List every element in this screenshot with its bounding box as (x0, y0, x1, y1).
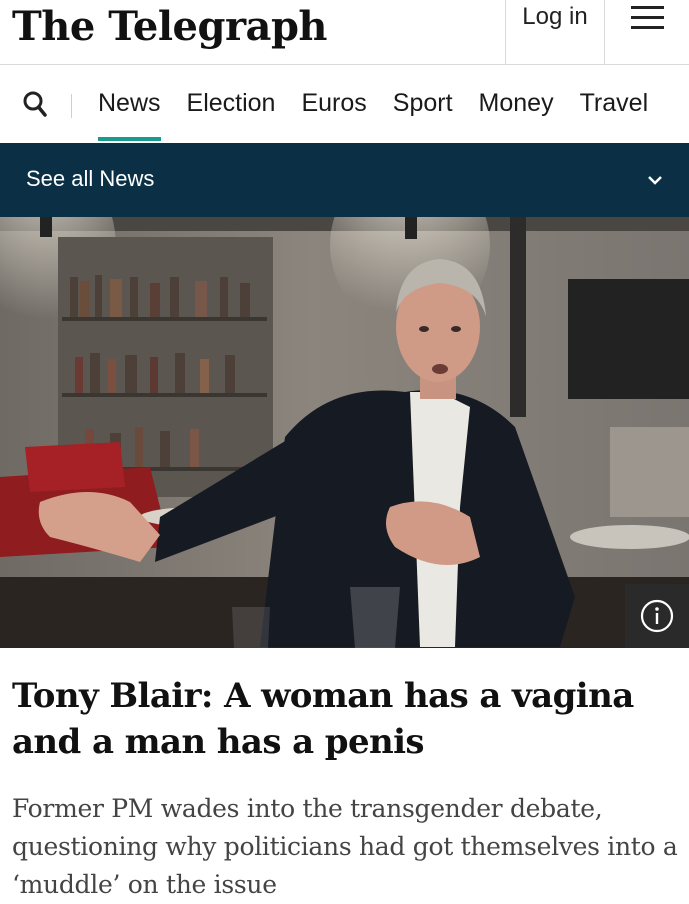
login-button[interactable]: Log in (505, 0, 605, 64)
site-header: The Telegraph Log in (0, 0, 689, 65)
article-standfirst: Former PM wades into the transgender deb… (12, 794, 678, 899)
chevron-down-icon (646, 173, 664, 191)
hero-image (0, 217, 689, 648)
article-headline[interactable]: Tony Blair: A woman has a vagina and a m… (12, 673, 682, 765)
see-all-news-dropdown[interactable]: See all News (0, 143, 689, 217)
nav-scroll-fade (649, 65, 689, 143)
hamburger-menu-icon[interactable] (606, 0, 689, 64)
image-info-button[interactable] (625, 584, 689, 648)
nav-item-election[interactable]: Election (174, 65, 289, 141)
info-icon (640, 599, 674, 633)
nav-item-money[interactable]: Money (466, 65, 567, 141)
nav-item-sport[interactable]: Sport (380, 65, 466, 141)
nav-item-travel[interactable]: Travel (567, 65, 662, 141)
telegraph-logo[interactable]: The Telegraph (12, 1, 328, 53)
nav-item-news[interactable]: News (85, 65, 174, 141)
login-label: Log in (522, 3, 588, 30)
nav-item-euros[interactable]: Euros (288, 65, 379, 141)
nav-divider (71, 94, 72, 118)
see-all-news-label: See all News (26, 166, 155, 191)
section-nav: News Election Euros Sport Money Travel (0, 65, 689, 143)
hero-photo-illustration (0, 217, 689, 648)
search-icon[interactable] (22, 89, 48, 124)
nav-items: News Election Euros Sport Money Travel (85, 65, 661, 143)
